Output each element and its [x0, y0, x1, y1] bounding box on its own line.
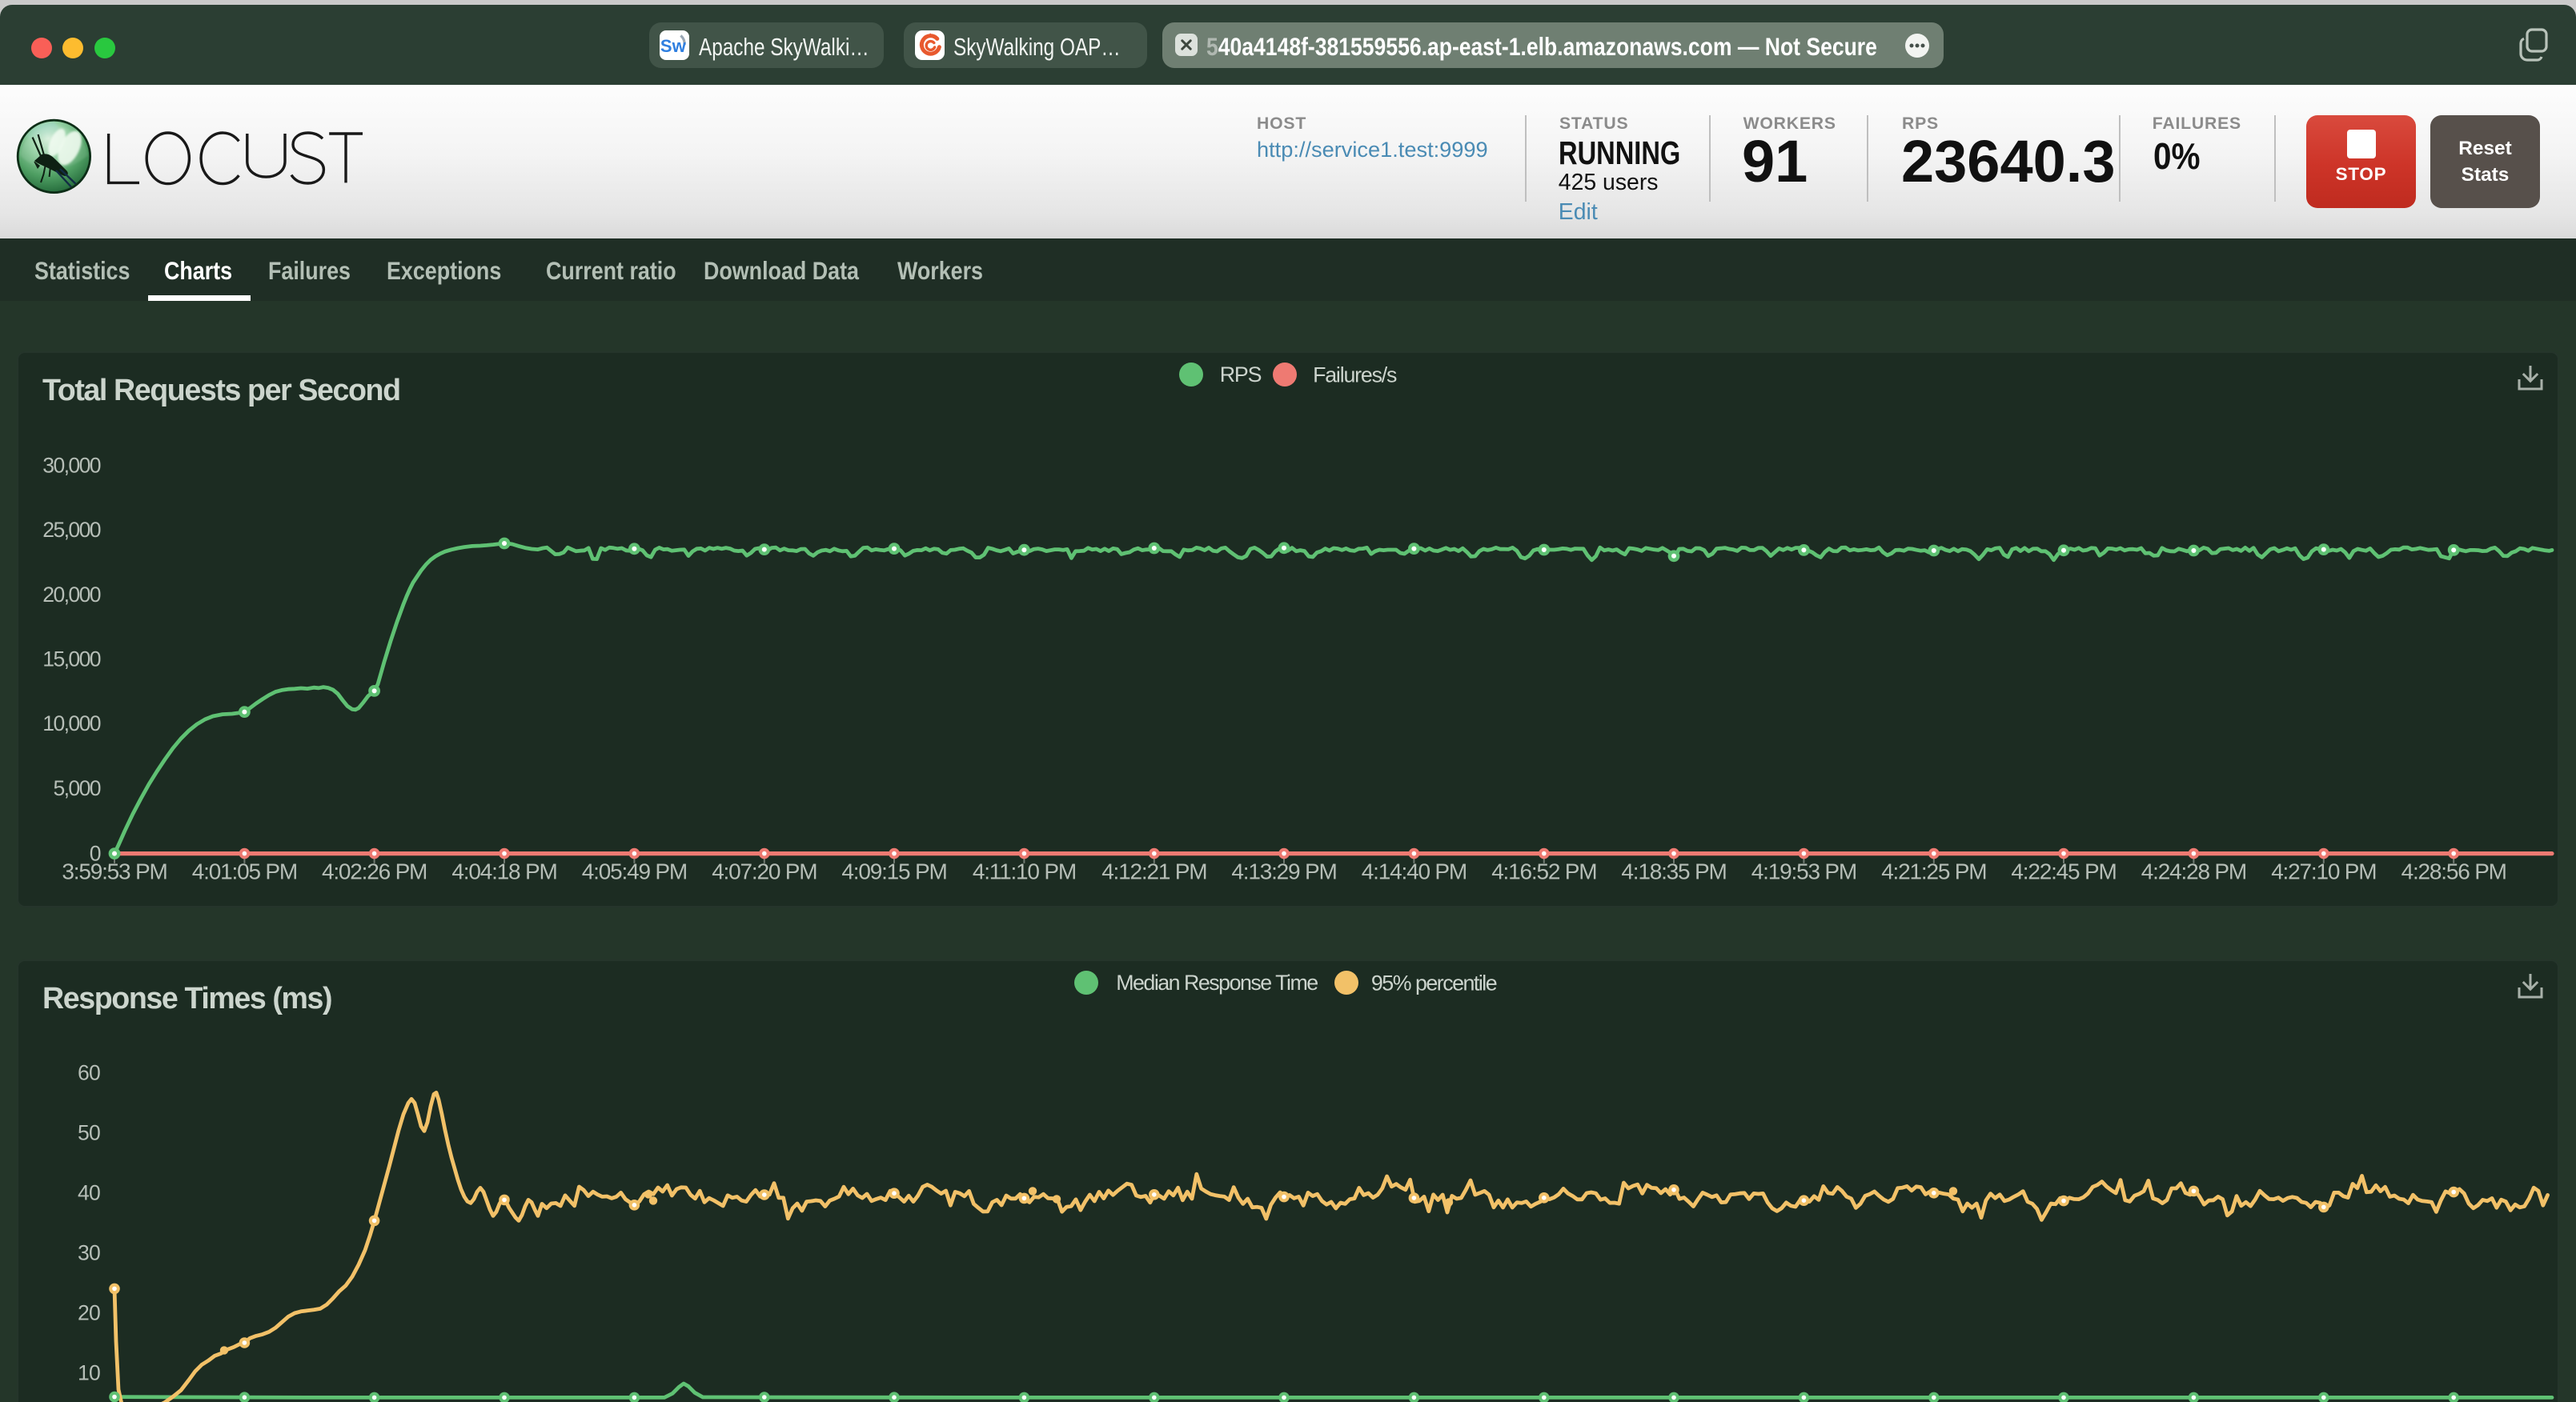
svg-text:4:14:40 PM: 4:14:40 PM [1362, 859, 1467, 883]
svg-text:4:09:15 PM: 4:09:15 PM [841, 859, 946, 883]
svg-text:20: 20 [78, 1300, 100, 1324]
svg-text:15,000: 15,000 [42, 647, 101, 671]
svg-text:5,000: 5,000 [53, 776, 100, 800]
svg-text:4:05:49 PM: 4:05:49 PM [582, 859, 687, 883]
svg-text:30,000: 30,000 [42, 453, 101, 477]
svg-text:4:18:35 PM: 4:18:35 PM [1621, 859, 1726, 883]
svg-text:4:16:52 PM: 4:16:52 PM [1491, 859, 1596, 883]
svg-text:4:12:21 PM: 4:12:21 PM [1101, 859, 1206, 883]
svg-text:4:11:10 PM: 4:11:10 PM [973, 859, 1076, 883]
svg-text:50: 50 [78, 1120, 100, 1144]
svg-text:3:59:53 PM: 3:59:53 PM [62, 859, 167, 883]
svg-text:4:01:05 PM: 4:01:05 PM [192, 859, 297, 883]
svg-text:25,000: 25,000 [42, 518, 101, 542]
svg-text:4:21:25 PM: 4:21:25 PM [1881, 859, 1986, 883]
svg-text:40: 40 [78, 1180, 100, 1204]
svg-text:4:27:10 PM: 4:27:10 PM [2271, 859, 2376, 883]
svg-text:4:13:29 PM: 4:13:29 PM [1231, 859, 1336, 883]
svg-text:4:04:18 PM: 4:04:18 PM [451, 859, 556, 883]
svg-text:10: 10 [78, 1360, 100, 1384]
svg-text:20,000: 20,000 [42, 583, 101, 607]
svg-text:4:02:26 PM: 4:02:26 PM [322, 859, 427, 883]
svg-text:60: 60 [78, 1060, 100, 1084]
svg-text:4:22:45 PM: 4:22:45 PM [2011, 859, 2116, 883]
svg-text:4:07:20 PM: 4:07:20 PM [712, 859, 817, 883]
svg-text:4:19:53 PM: 4:19:53 PM [1751, 859, 1856, 883]
svg-text:30: 30 [78, 1240, 100, 1264]
svg-text:4:28:56 PM: 4:28:56 PM [2401, 859, 2506, 883]
svg-text:10,000: 10,000 [42, 711, 101, 735]
svg-text:Sw: Sw [660, 36, 687, 56]
svg-text:4:24:28 PM: 4:24:28 PM [2141, 859, 2246, 883]
